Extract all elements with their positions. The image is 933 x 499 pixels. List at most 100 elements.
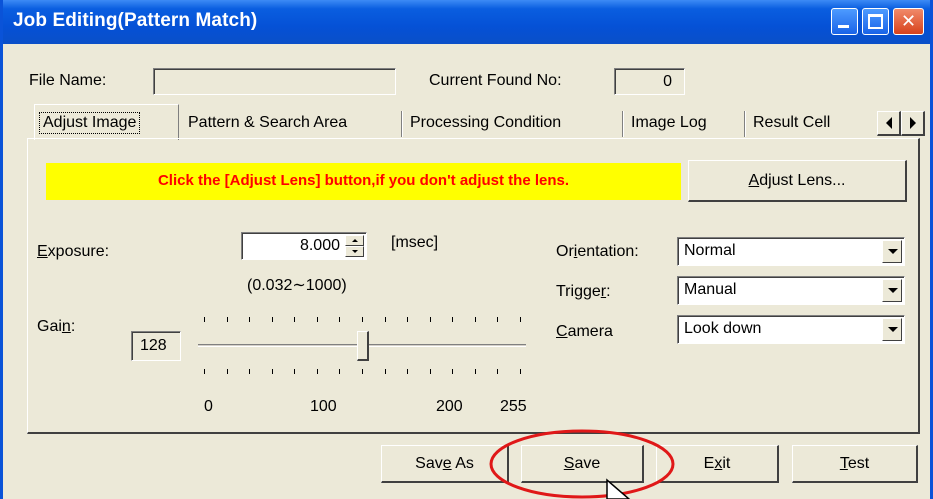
slider-tick bbox=[249, 317, 250, 322]
exposure-value: 8.000 bbox=[299, 237, 340, 254]
triangle-right-icon bbox=[909, 117, 916, 129]
slider-tick bbox=[294, 317, 295, 322]
notice-text: Click the [Adjust Lens] button,if you do… bbox=[157, 172, 570, 189]
gain-value-field: 128 bbox=[131, 331, 181, 361]
slider-tick bbox=[204, 369, 205, 374]
tab-result-cell[interactable]: Result Cell bbox=[753, 108, 830, 138]
slider-tick-label: 200 bbox=[436, 398, 463, 415]
minimize-button[interactable] bbox=[831, 8, 858, 35]
exposure-label: Exposure: bbox=[37, 243, 110, 260]
gain-slider[interactable] bbox=[198, 317, 528, 397]
title-bar[interactable]: Job Editing(Pattern Match) ✕ bbox=[3, 0, 930, 44]
adjust-lens-button[interactable]: Adjust Lens... bbox=[688, 160, 907, 202]
slider-tick-label: 255 bbox=[500, 398, 527, 415]
file-name-field[interactable] bbox=[153, 68, 396, 95]
slider-tick bbox=[272, 317, 273, 322]
slider-tick bbox=[339, 317, 340, 322]
tab-result-cell-label: Result Cell bbox=[753, 114, 831, 131]
tab-pattern-search-area-label: Pattern & Search Area bbox=[188, 114, 348, 131]
chevron-down-icon[interactable] bbox=[882, 279, 902, 302]
tab-scroll-right-button[interactable] bbox=[901, 111, 925, 136]
file-name-label: File Name: bbox=[29, 72, 107, 89]
test-button-label: Test bbox=[839, 454, 870, 472]
spin-down-button[interactable] bbox=[345, 246, 364, 257]
tab-divider bbox=[622, 111, 623, 137]
tab-image-log-label: Image Log bbox=[631, 114, 707, 131]
slider-tick-label: 0 bbox=[204, 398, 213, 415]
save-as-button-label: Save As bbox=[415, 454, 474, 472]
adjust-lens-button-label: Adjust Lens... bbox=[748, 171, 846, 189]
spin-up-button[interactable] bbox=[345, 235, 364, 246]
orientation-select[interactable]: Normal bbox=[677, 237, 905, 266]
slider-tick bbox=[227, 369, 228, 374]
slider-tick bbox=[385, 317, 386, 322]
exposure-spinner[interactable] bbox=[345, 235, 364, 257]
slider-tick bbox=[294, 369, 295, 374]
tab-pattern-search-area[interactable]: Pattern & Search Area bbox=[188, 108, 347, 138]
exposure-unit: [msec] bbox=[391, 234, 439, 251]
current-found-value: 0 bbox=[663, 73, 672, 90]
camera-value: Look down bbox=[684, 320, 762, 337]
adjust-lens-notice: Click the [Adjust Lens] button,if you do… bbox=[46, 163, 681, 200]
job-editing-window: Job Editing(Pattern Match) ✕ File Name: … bbox=[0, 0, 933, 499]
slider-ticks-bottom bbox=[198, 369, 528, 377]
slider-tick bbox=[204, 317, 205, 322]
close-icon: ✕ bbox=[900, 11, 917, 32]
trigger-select[interactable]: Manual bbox=[677, 276, 905, 305]
tab-divider bbox=[401, 111, 402, 137]
slider-tick bbox=[272, 369, 273, 374]
window-title: Job Editing(Pattern Match) bbox=[13, 10, 258, 31]
chevron-down-icon[interactable] bbox=[882, 318, 902, 341]
slider-tick bbox=[475, 317, 476, 322]
exposure-range: (0.032∼1000) bbox=[247, 277, 347, 294]
tab-processing-condition-label: Processing Condition bbox=[410, 114, 562, 131]
spin-down-icon bbox=[352, 250, 358, 253]
slider-tick bbox=[317, 369, 318, 374]
tab-adjust-image-label: Adjust Image bbox=[39, 111, 141, 134]
current-found-label: Current Found No: bbox=[429, 72, 562, 89]
camera-select[interactable]: Look down bbox=[677, 315, 905, 344]
tab-processing-condition[interactable]: Processing Condition bbox=[410, 108, 561, 138]
slider-tick bbox=[475, 369, 476, 374]
slider-tick bbox=[520, 369, 521, 374]
slider-tick bbox=[497, 317, 498, 322]
slider-tick bbox=[362, 369, 363, 374]
test-button[interactable]: Test bbox=[792, 445, 918, 483]
orientation-value: Normal bbox=[684, 242, 736, 259]
triangle-left-icon bbox=[885, 117, 892, 129]
minimize-icon bbox=[838, 25, 849, 28]
slider-tick bbox=[339, 369, 340, 374]
slider-thumb[interactable] bbox=[357, 331, 369, 361]
red-highlight-ellipse bbox=[489, 429, 675, 499]
orientation-label: Orientation: bbox=[556, 243, 639, 260]
slider-ticks-top bbox=[198, 317, 528, 325]
trigger-label: Trigger: bbox=[556, 283, 611, 300]
current-found-field: 0 bbox=[614, 68, 685, 95]
slider-tick bbox=[385, 369, 386, 374]
adjust-image-panel: Click the [Adjust Lens] button,if you do… bbox=[27, 138, 920, 434]
tab-scroll-left-button[interactable] bbox=[877, 111, 901, 136]
slider-tick bbox=[497, 369, 498, 374]
exposure-input[interactable]: 8.000 bbox=[241, 232, 367, 260]
slider-tick bbox=[452, 369, 453, 374]
slider-tick bbox=[407, 317, 408, 322]
camera-label: Camera bbox=[556, 323, 613, 340]
slider-tick bbox=[249, 369, 250, 374]
slider-tick bbox=[452, 317, 453, 322]
gain-label: Gain: bbox=[37, 318, 76, 335]
slider-tick bbox=[362, 317, 363, 322]
slider-tick bbox=[430, 317, 431, 322]
close-button[interactable]: ✕ bbox=[893, 8, 924, 35]
maximize-button[interactable] bbox=[862, 8, 889, 35]
slider-tick bbox=[317, 317, 318, 322]
tab-adjust-image[interactable]: Adjust Image bbox=[34, 104, 179, 140]
slider-tick-label: 100 bbox=[310, 398, 337, 415]
tab-image-log[interactable]: Image Log bbox=[631, 108, 707, 138]
exit-button-label: Exit bbox=[703, 454, 731, 472]
spin-up-icon bbox=[352, 239, 358, 242]
slider-tick bbox=[227, 317, 228, 322]
slider-tick bbox=[520, 317, 521, 322]
slider-tick bbox=[430, 369, 431, 374]
chevron-down-icon[interactable] bbox=[882, 240, 902, 263]
mouse-cursor-icon bbox=[606, 478, 631, 499]
